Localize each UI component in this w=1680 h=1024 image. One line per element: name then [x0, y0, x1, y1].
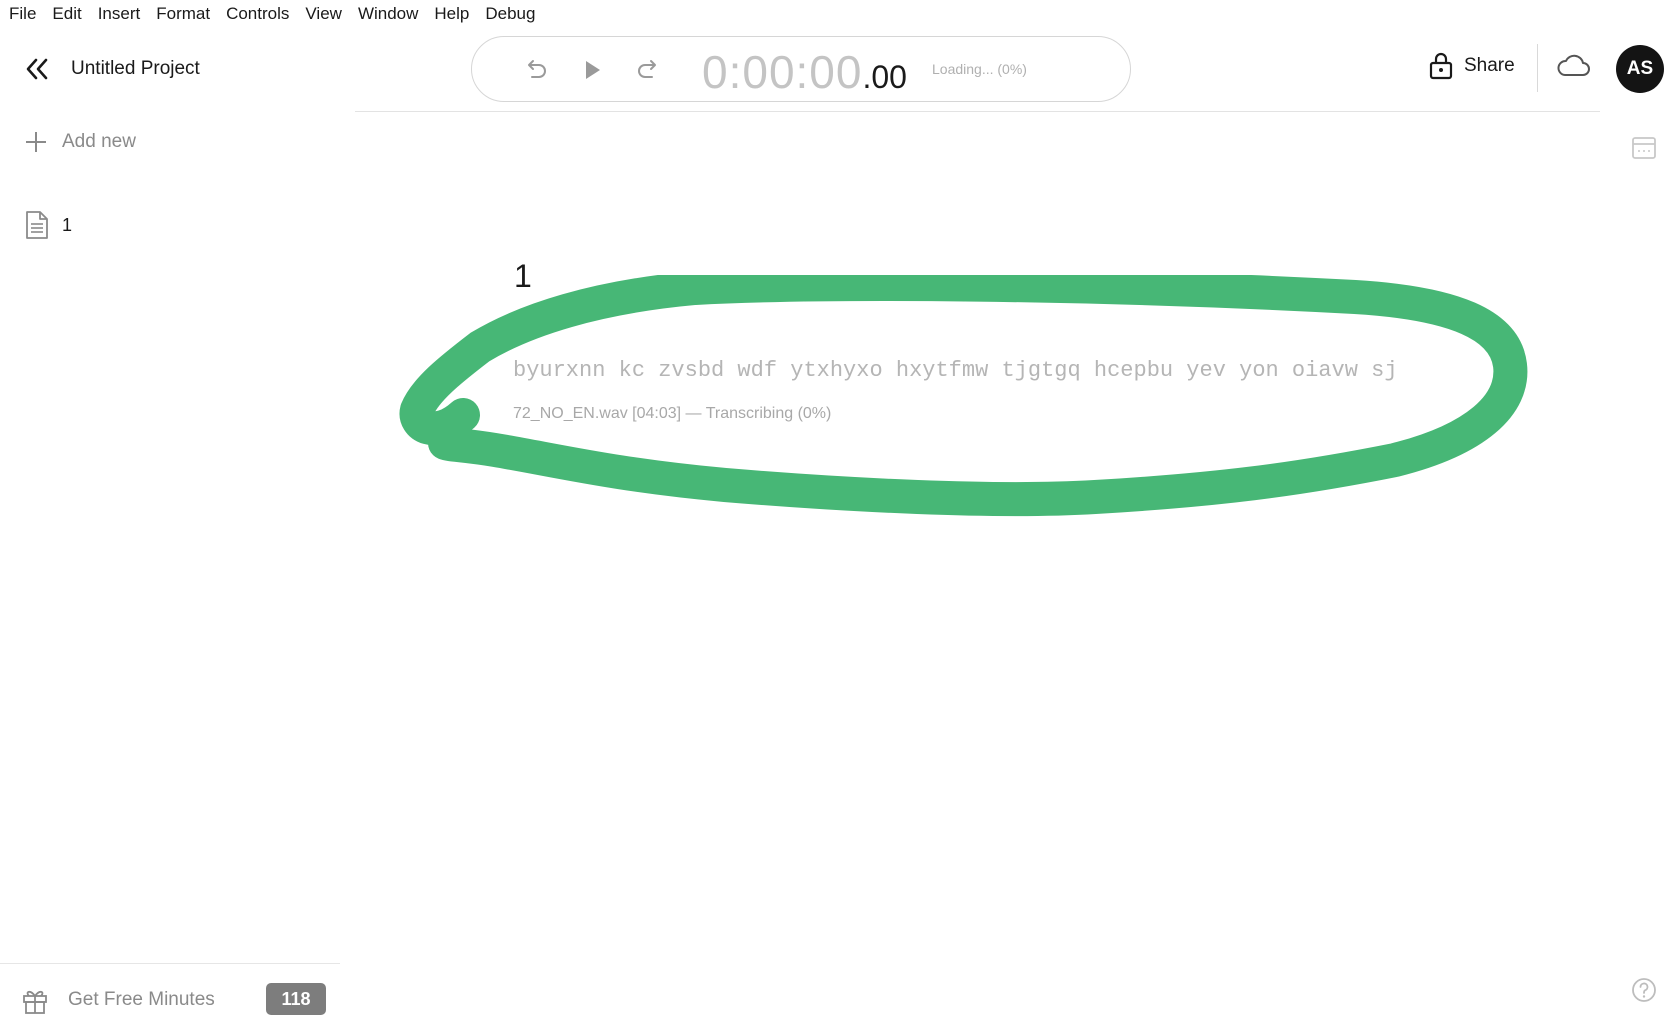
- add-new-button[interactable]: Add new: [24, 130, 136, 154]
- timecode-display: 0:00:00 .00: [702, 45, 907, 98]
- avatar[interactable]: AS: [1616, 45, 1664, 93]
- rewind-icon[interactable]: [522, 56, 550, 84]
- menu-file[interactable]: File: [0, 0, 44, 28]
- sidebar-item-document-1[interactable]: 1: [24, 210, 72, 240]
- double-chevron-left-icon[interactable]: [22, 54, 52, 84]
- menu-format[interactable]: Format: [148, 0, 218, 28]
- menu-view[interactable]: View: [297, 0, 350, 28]
- free-minutes-badge: 118: [266, 983, 326, 1015]
- project-title[interactable]: Untitled Project: [71, 58, 200, 80]
- menu-insert[interactable]: Insert: [90, 0, 149, 28]
- document-label: 1: [62, 214, 73, 235]
- share-button[interactable]: Share: [1428, 52, 1515, 80]
- get-free-minutes-button[interactable]: Get Free Minutes 118: [20, 980, 330, 1020]
- playback-controls: 0:00:00 .00 Loading... (0%): [471, 36, 1131, 102]
- cloud-icon[interactable]: [1556, 50, 1592, 80]
- timecode-main: 0:00:00: [702, 46, 863, 98]
- help-icon[interactable]: [1630, 976, 1658, 1004]
- segment-number: 1: [514, 258, 532, 294]
- sidebar-header: Untitled Project: [0, 48, 340, 92]
- menu-help[interactable]: Help: [426, 0, 477, 28]
- sidebar-divider: [0, 963, 340, 964]
- loading-status: Loading... (0%): [932, 61, 1027, 77]
- gift-icon: [23, 990, 47, 1014]
- menu-edit[interactable]: Edit: [44, 0, 89, 28]
- share-label: Share: [1464, 55, 1515, 76]
- menu-bar: File Edit Insert Format Controls View Wi…: [0, 0, 640, 28]
- calendar-icon[interactable]: [1631, 134, 1657, 160]
- menu-debug[interactable]: Debug: [477, 0, 543, 28]
- play-icon[interactable]: [578, 56, 606, 84]
- timecode-fraction: .00: [862, 59, 907, 95]
- free-minutes-label: Get Free Minutes: [68, 989, 215, 1010]
- menu-window[interactable]: Window: [350, 0, 426, 28]
- add-new-label: Add new: [62, 131, 136, 152]
- header-divider: [355, 111, 1600, 112]
- segment-meta: 72_NO_EN.wav [04:03] — Transcribing (0%): [513, 405, 832, 422]
- header-separator: [1537, 44, 1538, 92]
- segment-text[interactable]: byurxnn kc zvsbd wdf ytxhyxo hxytfmw tjg…: [513, 358, 1398, 383]
- document-icon: [26, 211, 48, 239]
- menu-controls[interactable]: Controls: [218, 0, 297, 28]
- plus-icon: [26, 132, 46, 152]
- forward-icon[interactable]: [634, 56, 662, 84]
- lock-icon: [1429, 52, 1453, 80]
